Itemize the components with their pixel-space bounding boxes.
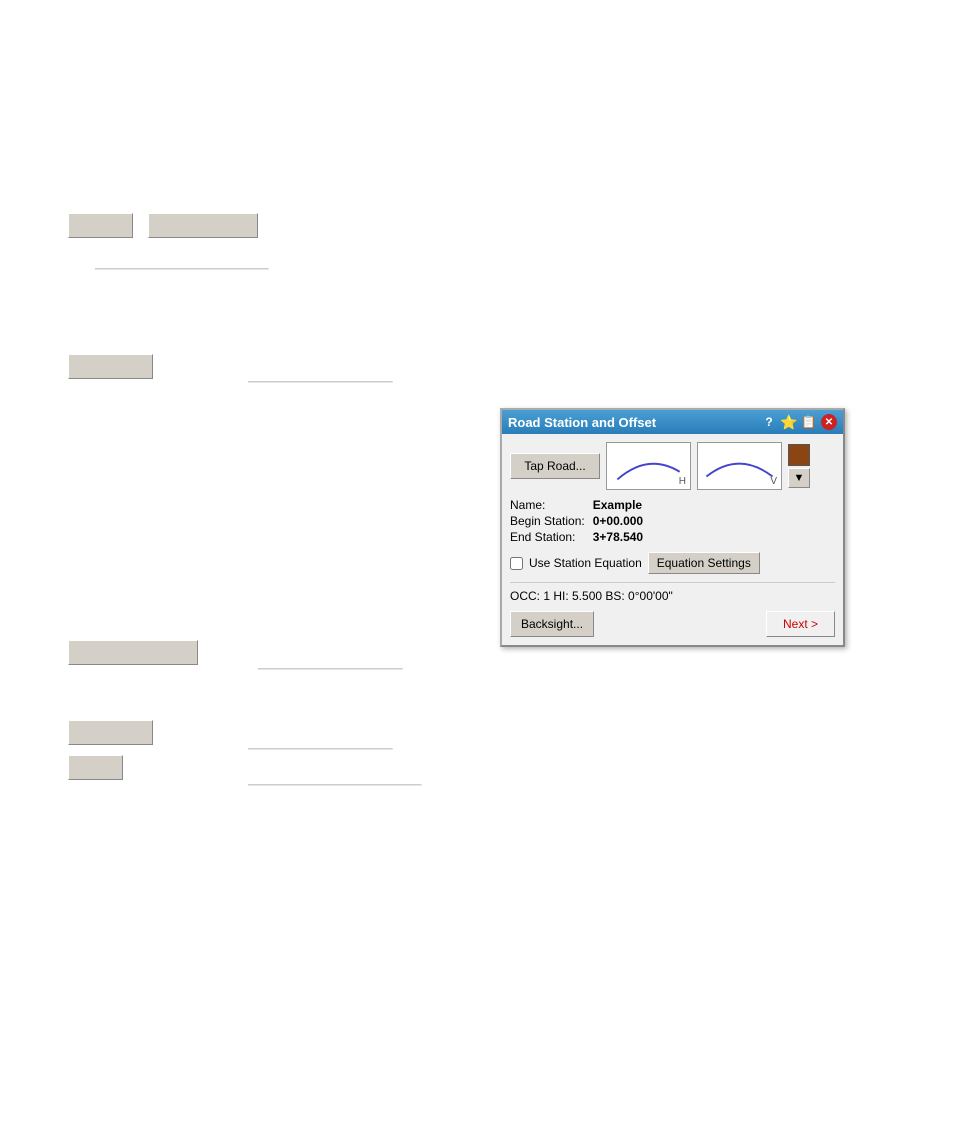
begin-station-value: 0+00.000 xyxy=(593,514,835,528)
bg-button-1[interactable] xyxy=(68,213,133,238)
road-station-dialog: Road Station and Offset ? ⭐ 📋 ✕ Tap Road… xyxy=(500,408,845,647)
color-block xyxy=(788,444,810,466)
underline-text-2: ____________________ xyxy=(248,368,393,383)
info-grid: Name: Example Begin Station: 0+00.000 En… xyxy=(510,498,835,544)
close-button[interactable]: ✕ xyxy=(821,414,837,430)
dialog-titlebar: Road Station and Offset ? ⭐ 📋 ✕ xyxy=(502,410,843,434)
dialog-title: Road Station and Offset xyxy=(508,415,656,430)
underline-text-5: ________________________ xyxy=(248,771,422,786)
bottom-row: Backsight... Next > xyxy=(510,611,835,637)
bg-button-6[interactable] xyxy=(68,755,123,780)
pin-icon[interactable]: ⭐ xyxy=(781,414,797,430)
dialog-body: Tap Road... H V ▼ Nam xyxy=(502,434,843,645)
bg-button-4[interactable] xyxy=(68,640,198,665)
road-preview-row: Tap Road... H V ▼ xyxy=(510,442,835,490)
next-button[interactable]: Next > xyxy=(766,611,835,637)
help-icon[interactable]: ? xyxy=(761,414,777,430)
backsight-button[interactable]: Backsight... xyxy=(510,611,594,637)
use-station-equation-label: Use Station Equation xyxy=(529,556,642,570)
vertical-preview: V xyxy=(697,442,782,490)
horizontal-label: H xyxy=(679,476,686,487)
tap-road-button[interactable]: Tap Road... xyxy=(510,453,600,479)
name-value: Example xyxy=(593,498,835,512)
horizontal-preview: H xyxy=(606,442,691,490)
equation-settings-button[interactable]: Equation Settings xyxy=(648,552,760,574)
titlebar-left: Road Station and Offset xyxy=(508,415,656,430)
end-station-value: 3+78.540 xyxy=(593,530,835,544)
bg-button-2[interactable] xyxy=(148,213,258,238)
underline-text-4: ____________________ xyxy=(248,735,393,750)
begin-station-label: Begin Station: xyxy=(510,514,585,528)
underline-text-3: ____________________ xyxy=(258,655,403,670)
bg-button-3[interactable] xyxy=(68,354,153,379)
vertical-label: V xyxy=(770,476,777,487)
titlebar-icons: ? ⭐ 📋 ✕ xyxy=(761,414,837,430)
copy-icon[interactable]: 📋 xyxy=(801,414,817,430)
bg-button-5[interactable] xyxy=(68,720,153,745)
checkbox-row: Use Station Equation Equation Settings xyxy=(510,552,835,574)
name-label: Name: xyxy=(510,498,585,512)
occ-line: OCC: 1 HI: 5.500 BS: 0°00'00" xyxy=(510,582,835,603)
use-station-equation-checkbox[interactable] xyxy=(510,557,523,570)
end-station-label: End Station: xyxy=(510,530,585,544)
side-controls: ▼ xyxy=(788,444,810,488)
underline-text-1: ________________________ xyxy=(95,255,269,270)
dropdown-arrow[interactable]: ▼ xyxy=(788,468,810,488)
